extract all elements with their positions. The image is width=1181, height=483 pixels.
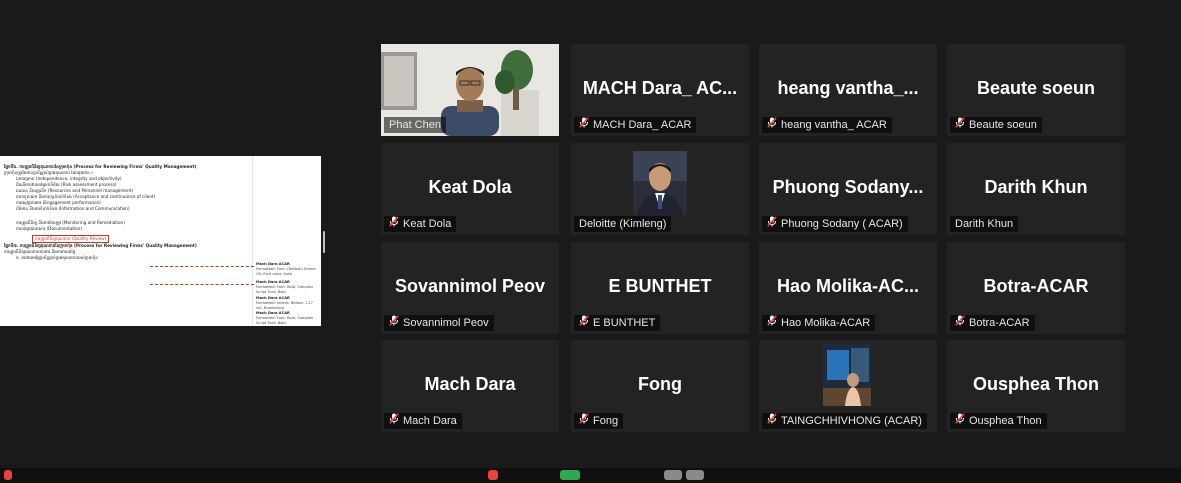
participant-name: E BUNTHET [593,317,656,329]
participant-name: heang vantha_ ACAR [781,119,887,131]
participant-display-name: Mach Dara [424,374,516,394]
participant-name: Phat Chen [389,119,441,131]
participant-name-label: Deloitte (Kimleng) [574,216,672,232]
participant-name-label: Phat Chen [384,117,446,133]
participant-name-label: Phuong Sodany ( ACAR) [762,216,908,232]
share-screen-button[interactable] [560,470,580,480]
muted-mic-icon [579,413,593,429]
participant-display-name: Phuong Sodany... [772,177,924,197]
participant-name: TAINGCHHIVHONG (ACAR) [781,415,922,427]
participant-name-label: Keat Dola [384,216,457,232]
participant-name-label: Sovannimol Peov [384,315,494,331]
participant-name-label: E BUNTHET [574,315,661,331]
participant-display-name: Keat Dola [428,177,512,197]
comment-connector [150,284,254,285]
participant-name: MACH Dara_ ACAR [593,119,692,131]
comment: Mach Dara ACAR Formatted: Indent: Before… [256,296,318,311]
meeting-toolbar [0,468,1181,483]
muted-mic-icon [579,315,593,331]
participant-name-label: Ousphea Thon [950,413,1047,429]
participant-name-label: heang vantha_ ACAR [762,117,892,133]
participant-display-name: MACH Dara_ AC... [582,78,738,98]
muted-mic-icon [389,315,403,331]
apps-button[interactable] [686,470,704,480]
muted-mic-icon [767,117,781,133]
participant-tile[interactable]: Keat Dola Keat Dola [381,143,559,235]
participant-display-name: Fong [638,374,682,394]
doc-highlight: ការត្រួតពិនិត្យគុណភាព (Quality Review) [32,235,110,243]
participant-tile[interactable]: Ousphea Thon Ousphea Thon [947,340,1125,432]
muted-mic-icon [767,315,781,331]
participant-tile[interactable]: Hao Molika-AC... Hao Molika-ACAR [759,242,937,334]
comment-author: Mach Dara ACAR [256,262,290,266]
doc-list-item: ក. ការវាយតម្លៃប្រព័ន្ធគ្រប់គ្រងគុណភាពរបស… [16,255,98,260]
participant-tile[interactable]: Sovannimol Peov Sovannimol Peov [381,242,559,334]
chat-badge [488,470,498,480]
notification-badge [4,470,12,480]
participant-name: Fong [593,415,619,427]
participant-name: Mach Dara [403,415,457,427]
participant-display-name: heang vantha_... [777,78,919,98]
participant-display-name: Beaute soeun [976,78,1096,98]
participant-tile[interactable]: Phat Chen [381,44,559,136]
muted-mic-icon [389,216,403,232]
comment-text: Formatted: Font: Bold, Complex Script Fo… [256,316,314,325]
participant-tile[interactable]: Mach Dara Mach Dara [381,340,559,432]
participant-name-label: Mach Dara [384,413,462,429]
participant-name: Beaute soeun [969,119,1037,131]
participant-name-label: Botra-ACAR [950,315,1035,331]
comment-author: Mach Dara ACAR [256,311,290,315]
participant-tile[interactable]: heang vantha_...heang vantha_ ACAR [759,44,937,136]
comment-author: Mach Dara ACAR [256,296,290,300]
participant-name-label: MACH Dara_ ACAR [574,117,697,133]
muted-mic-icon [955,117,969,133]
comment-author: Mach Dara ACAR [256,280,290,284]
participant-name: Keat Dola [403,218,452,230]
participant-display-name: Hao Molika-AC... [776,276,919,296]
participant-display-name: E BUNTHET [608,276,712,296]
participant-name: Hao Molika-ACAR [781,317,871,329]
participant-display-name: Botra-ACAR [983,276,1089,296]
participant-name-label: Hao Molika-ACAR [762,315,876,331]
participant-display-name: Sovannimol Peov [394,276,546,296]
participant-name: Deloitte (Kimleng) [579,218,667,230]
participant-tile[interactable]: MACH Dara_ AC... MACH Dara_ ACAR [571,44,749,136]
document-content: ផ្នែកទី៦. ការត្រួតពិនិត្យគុណភាពនៃក្រុមហ៊… [4,164,249,261]
muted-mic-icon [767,216,781,232]
participant-tile[interactable]: Darith Khun Darith Khun [947,143,1125,235]
muted-mic-icon [579,117,593,133]
participant-name-label: Beaute soeun [950,117,1042,133]
participant-display-name: Darith Khun [984,177,1088,197]
comment-connector [150,266,254,267]
muted-mic-icon [955,315,969,331]
shared-screen: ផ្នែកទី៦. ការត្រួតពិនិត្យគុណភាពនៃក្រុមហ៊… [0,156,321,326]
participant-name-label: Darith Khun [950,216,1019,232]
comment-text: Formatted: Font: Bold, Complex Script Fo… [256,285,314,294]
participant-tile[interactable]: E BUNTHET E BUNTHET [571,242,749,334]
comment-text: Formatted: Indent: Before: 1.27 cm, Numb… [256,301,313,310]
gallery-view-button[interactable] [664,470,682,480]
participant-tile[interactable]: Deloitte (Kimleng) [571,143,749,235]
muted-mic-icon [955,413,969,429]
participant-tile[interactable]: TAINGCHHIVHONG (ACAR) [759,340,937,432]
muted-mic-icon [389,413,403,429]
participant-tile[interactable]: Phuong Sodany... Phuong Sodany ( ACAR) [759,143,937,235]
splitter-handle[interactable] [323,231,325,253]
participant-tile[interactable]: Beaute soeun Beaute soeun [947,44,1125,136]
participant-display-name: Ousphea Thon [973,374,1099,394]
participant-name-label: Fong [574,413,624,429]
participant-name: Sovannimol Peov [403,317,489,329]
participant-name: Ousphea Thon [969,415,1042,427]
participant-name: Darith Khun [955,218,1014,230]
participant-name: Botra-ACAR [969,317,1030,329]
participant-tile[interactable]: Botra-ACAR Botra-ACAR [947,242,1125,334]
muted-mic-icon [767,413,781,429]
comment: Mach Dara ACAR Formatted: Font: (Default… [256,262,318,277]
participant-name-label: TAINGCHHIVHONG (ACAR) [762,413,927,429]
comment: Mach Dara ACAR Formatted: Font: Bold, Co… [256,280,318,295]
participant-name: Phuong Sodany ( ACAR) [781,218,903,230]
participant-tile[interactable]: Fong Fong [571,340,749,432]
comment-text: Formatted: Font: (Default) Khmer OS, Fon… [256,267,316,276]
comment: Mach Dara ACAR Formatted: Font: Bold, Co… [256,311,318,326]
